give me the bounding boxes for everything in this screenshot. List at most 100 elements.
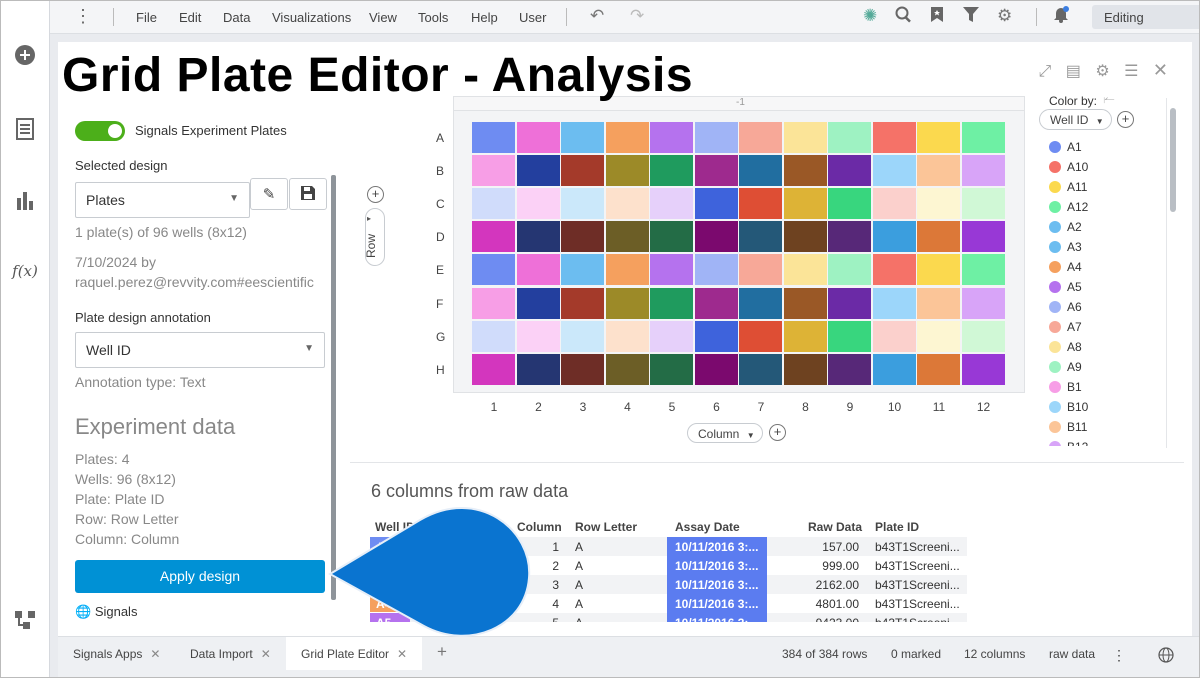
plate-well[interactable] xyxy=(961,320,1005,352)
annotation-select[interactable]: Well ID ▼ xyxy=(75,332,325,368)
plate-well[interactable] xyxy=(605,155,649,187)
header-plate-id[interactable]: Plate ID xyxy=(875,520,919,534)
signals-link[interactable]: 🌐 Signals xyxy=(75,604,137,620)
plate-well[interactable] xyxy=(516,122,560,153)
plate-well[interactable] xyxy=(516,221,560,253)
plate-well[interactable] xyxy=(516,287,560,319)
plate-well[interactable] xyxy=(783,221,827,253)
plate-well[interactable] xyxy=(739,122,782,153)
panel-settings-icon[interactable]: ⚙ xyxy=(1095,63,1109,80)
plate-well[interactable] xyxy=(561,155,604,187)
plate-well[interactable] xyxy=(694,155,738,187)
menu-help[interactable]: Help xyxy=(471,10,498,25)
plate-well[interactable] xyxy=(961,155,1005,187)
menu-view[interactable]: View xyxy=(369,10,397,25)
plate-well[interactable] xyxy=(650,155,693,187)
plate-well[interactable] xyxy=(694,254,738,286)
plate-well[interactable] xyxy=(605,188,649,220)
plate-well[interactable] xyxy=(739,155,782,187)
bookmark-icon[interactable] xyxy=(930,6,944,28)
plate-well[interactable] xyxy=(783,353,827,385)
plate-well[interactable] xyxy=(739,188,782,220)
plate-well[interactable] xyxy=(917,320,960,352)
plate-well[interactable] xyxy=(561,353,604,385)
plate-well[interactable] xyxy=(561,221,604,253)
plate-well[interactable] xyxy=(917,221,960,253)
plate-well[interactable] xyxy=(739,221,782,253)
plate-well[interactable] xyxy=(828,122,871,153)
plate-well[interactable] xyxy=(516,353,560,385)
settings-gear-icon[interactable]: ⚙ xyxy=(997,6,1012,26)
plate-well[interactable] xyxy=(961,254,1005,286)
plate-well[interactable] xyxy=(605,122,649,153)
close-tab-icon[interactable]: ✕ xyxy=(397,647,407,661)
plate-well[interactable] xyxy=(961,221,1005,253)
plate-well[interactable] xyxy=(650,188,693,220)
plate-well[interactable] xyxy=(872,221,916,253)
edit-design-button[interactable]: ✎ xyxy=(250,178,288,210)
plate-well[interactable] xyxy=(783,254,827,286)
plate-well[interactable] xyxy=(516,254,560,286)
plate-well[interactable] xyxy=(472,320,515,352)
plate-well[interactable] xyxy=(872,320,916,352)
plate-well[interactable] xyxy=(561,188,604,220)
plate-well[interactable] xyxy=(650,122,693,153)
plate-well[interactable] xyxy=(605,287,649,319)
plate-well[interactable] xyxy=(472,221,515,253)
undo-icon[interactable]: ↶ xyxy=(590,6,604,26)
design-select[interactable]: Plates ▼ xyxy=(75,182,250,218)
row-axis-selector[interactable]: ▸ Row xyxy=(364,208,385,266)
plate-well[interactable] xyxy=(561,254,604,286)
list-icon[interactable]: ☰ xyxy=(1124,63,1138,80)
plate-well[interactable] xyxy=(694,320,738,352)
plate-well[interactable] xyxy=(516,320,560,352)
plate-well[interactable] xyxy=(605,353,649,385)
more-options-icon[interactable]: ⋮ xyxy=(74,7,92,25)
tab-data-import[interactable]: Data Import ✕ xyxy=(175,637,283,670)
plate-well[interactable] xyxy=(828,287,871,319)
plate-well[interactable] xyxy=(739,353,782,385)
plate-well[interactable] xyxy=(561,122,604,153)
menu-edit[interactable]: Edit xyxy=(179,10,201,25)
menu-data[interactable]: Data xyxy=(223,10,250,25)
add-column-axis-button[interactable]: + xyxy=(769,424,786,441)
new-tab-button[interactable]: + xyxy=(437,642,447,662)
more-options-icon[interactable]: ⋮ xyxy=(1112,647,1126,664)
plate-well[interactable] xyxy=(872,287,916,319)
plate-well[interactable] xyxy=(872,122,916,153)
maximize-icon[interactable]: ⤢ xyxy=(1038,63,1051,80)
plate-well[interactable] xyxy=(694,287,738,319)
plate-well[interactable] xyxy=(917,254,960,286)
plate-well[interactable] xyxy=(650,320,693,352)
menu-file[interactable]: File xyxy=(136,10,157,25)
close-tab-icon[interactable]: ✕ xyxy=(261,647,271,661)
visualization-icon[interactable] xyxy=(0,190,50,216)
plate-well[interactable] xyxy=(472,254,515,286)
header-assay-date[interactable]: Assay Date xyxy=(675,520,740,534)
plate-well[interactable] xyxy=(516,155,560,187)
plate-well[interactable] xyxy=(872,188,916,220)
scroll-thumb[interactable] xyxy=(1170,108,1176,212)
plate-well[interactable] xyxy=(828,155,871,187)
plate-well[interactable] xyxy=(605,254,649,286)
header-row-letter[interactable]: Row Letter xyxy=(575,520,637,534)
add-icon[interactable] xyxy=(0,44,50,72)
column-count[interactable]: 12 columns xyxy=(964,647,1025,661)
plate-well[interactable] xyxy=(961,188,1005,220)
column-axis-selector[interactable]: Column ▼ xyxy=(687,423,763,443)
plate-well[interactable] xyxy=(828,188,871,220)
apply-design-button[interactable]: Apply design xyxy=(75,560,325,593)
table-selector[interactable]: raw data xyxy=(1049,647,1095,661)
plate-well[interactable] xyxy=(917,155,960,187)
tab-signals-apps[interactable]: Signals Apps ✕ xyxy=(58,637,173,670)
filter-icon[interactable] xyxy=(963,6,979,28)
plate-well[interactable] xyxy=(605,221,649,253)
globe-language-icon[interactable] xyxy=(1158,647,1174,666)
plate-well[interactable] xyxy=(472,155,515,187)
hierarchy-icon[interactable] xyxy=(0,610,50,636)
plate-well[interactable] xyxy=(828,353,871,385)
details-icon[interactable]: ▤ xyxy=(1066,63,1081,80)
close-tab-icon[interactable]: ✕ xyxy=(150,647,160,661)
menu-user[interactable]: User xyxy=(519,10,546,25)
redo-icon[interactable]: ↷ xyxy=(630,6,644,26)
